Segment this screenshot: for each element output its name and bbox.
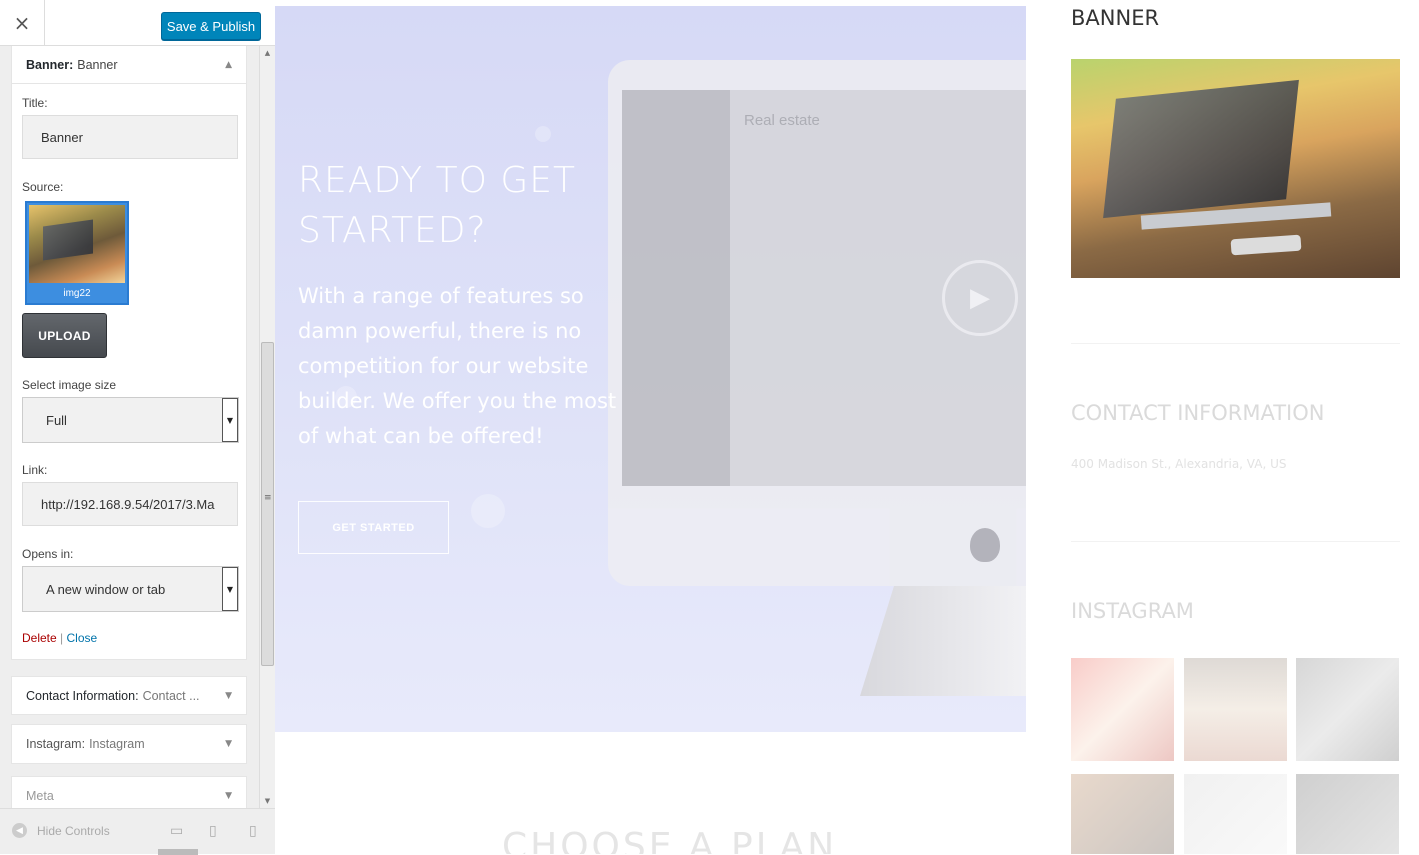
widgets-panel: Banner: Banner ▲ Title: Banner Source: i…: [0, 46, 258, 808]
source-image-thumbnail[interactable]: img22: [25, 201, 129, 305]
widget-title-label: Contact ...: [142, 689, 200, 703]
widget-title-label: Instagram: [89, 737, 145, 751]
play-icon: ▶: [970, 283, 990, 313]
link-input[interactable]: http://192.168.9.54/2017/3.Ma: [22, 482, 238, 526]
scrollbar-thumb[interactable]: ≡: [261, 342, 274, 666]
widget-type-label: Instagram:: [26, 737, 86, 751]
widget-type-label: Banner:: [26, 57, 74, 72]
image-size-label: Select image size: [22, 378, 117, 392]
collapse-arrow-icon[interactable]: ▲: [225, 60, 232, 70]
opens-in-select[interactable]: A new window or tab ▼: [22, 566, 239, 612]
image-name-label: img22: [63, 288, 91, 299]
banner-widget-section: Banner: Banner ▲ Title: Banner Source: i…: [11, 46, 247, 660]
bokeh-decoration: [535, 126, 551, 142]
widget-type-label: Meta: [26, 789, 54, 803]
dropdown-arrow-icon[interactable]: ▼: [222, 398, 238, 442]
image-size-value: Full: [46, 412, 67, 428]
screen-sidebar: [622, 90, 730, 486]
delete-link[interactable]: Delete: [22, 631, 57, 645]
close-link[interactable]: Close: [67, 631, 98, 645]
hide-controls-label: Hide Controls: [37, 823, 110, 838]
title-label: Title:: [22, 96, 48, 110]
horizontal-scrollbar-thumb[interactable]: [158, 849, 198, 855]
instagram-widget-header[interactable]: Instagram: Instagram ▼: [12, 725, 246, 763]
banner-widget-header[interactable]: Banner: Banner ▲: [12, 46, 246, 84]
customizer-sidebar: × Save & Publish Banner: Banner ▲ Title:…: [0, 0, 275, 855]
close-customizer-button[interactable]: ×: [0, 0, 45, 46]
customizer-footer: ◀ Hide Controls ▭ ▯ ▯: [0, 808, 275, 855]
instagram-photo[interactable]: [1296, 774, 1399, 854]
expand-arrow-icon[interactable]: ▼: [225, 691, 232, 701]
hero-title: READY TO GET STARTED?: [298, 160, 576, 251]
opens-in-label: Opens in:: [22, 547, 74, 561]
save-publish-button[interactable]: Save & Publish: [161, 12, 261, 40]
monitor-illustration: Real estate ▶: [608, 60, 1026, 586]
contact-widget-header[interactable]: Contact Information: Contact ... ▼: [12, 677, 246, 715]
thumbnail-image: [29, 205, 125, 283]
widget-divider: [1071, 343, 1400, 344]
collapse-sidebar-icon: ◀: [12, 823, 27, 838]
link-separator: |: [60, 631, 64, 645]
hero-description: With a range of features so damn powerfu…: [298, 284, 617, 448]
contact-address: 400 Madison St., Alexandria, VA, US: [1071, 457, 1287, 471]
hero-section: Real estate ▶ READY TO GET STARTED? With…: [275, 6, 1026, 732]
instagram-photo[interactable]: [1184, 774, 1287, 854]
banner-image[interactable]: [1071, 59, 1400, 278]
instagram-photo[interactable]: [1296, 658, 1399, 761]
desktop-preview-icon[interactable]: ▭: [170, 823, 183, 839]
site-preview: Real estate ▶ READY TO GET STARTED? With…: [275, 0, 1419, 854]
hide-controls-button[interactable]: ◀ Hide Controls: [12, 823, 110, 838]
scroll-down-icon[interactable]: ▼: [260, 794, 275, 808]
banner-widget-title: BANNER: [1071, 6, 1160, 30]
meta-widget-header[interactable]: Meta ▼: [12, 777, 246, 808]
widget-type-label: Contact Information:: [26, 689, 139, 703]
upload-button[interactable]: UPLOAD: [22, 313, 107, 358]
instagram-photo[interactable]: [1071, 774, 1174, 854]
play-video-button[interactable]: ▶: [942, 260, 1018, 336]
image-size-select[interactable]: Full ▼: [22, 397, 239, 443]
get-started-button[interactable]: GET STARTED: [298, 501, 449, 554]
customizer-header: × Save & Publish: [0, 0, 275, 46]
dropdown-arrow-icon[interactable]: ▼: [222, 567, 238, 611]
widget-title-label: Banner: [77, 57, 118, 72]
tablet-preview-icon[interactable]: ▯: [209, 823, 217, 839]
phone-shape: [1230, 234, 1302, 256]
contact-widget-section[interactable]: Contact Information: Contact ... ▼: [11, 676, 247, 715]
widget-divider: [1071, 541, 1400, 542]
expand-arrow-icon[interactable]: ▼: [225, 739, 232, 749]
scroll-up-icon[interactable]: ▲: [260, 46, 275, 60]
widget-actions: Delete | Close: [22, 631, 97, 645]
screen-title: Real estate: [744, 112, 820, 129]
apple-logo-icon: [970, 528, 1000, 562]
close-icon: ×: [13, 11, 31, 35]
contact-widget-title: CONTACT INFORMATION: [1071, 401, 1325, 425]
mobile-preview-icon[interactable]: ▯: [249, 823, 257, 839]
instagram-photo[interactable]: [1071, 658, 1174, 761]
laptop-shape: [1103, 79, 1299, 219]
instagram-widget-section[interactable]: Instagram: Instagram ▼: [11, 724, 247, 764]
opens-in-value: A new window or tab: [46, 581, 166, 597]
grip-icon: ≡: [264, 493, 272, 503]
instagram-photo[interactable]: [1184, 658, 1287, 761]
instagram-widget-title: INSTAGRAM: [1071, 599, 1194, 623]
title-input[interactable]: Banner: [22, 115, 238, 159]
pricing-heading: CHOOSE A PLAN: [502, 826, 838, 854]
source-label: Source:: [22, 180, 64, 194]
link-label: Link:: [22, 463, 48, 477]
expand-arrow-icon[interactable]: ▼: [225, 791, 232, 801]
bokeh-decoration: [471, 494, 505, 528]
sidebar-scrollbar[interactable]: ▲ ≡ ▼: [259, 46, 275, 808]
monitor-stand: [860, 586, 1026, 696]
meta-widget-section[interactable]: Meta ▼: [11, 776, 247, 808]
